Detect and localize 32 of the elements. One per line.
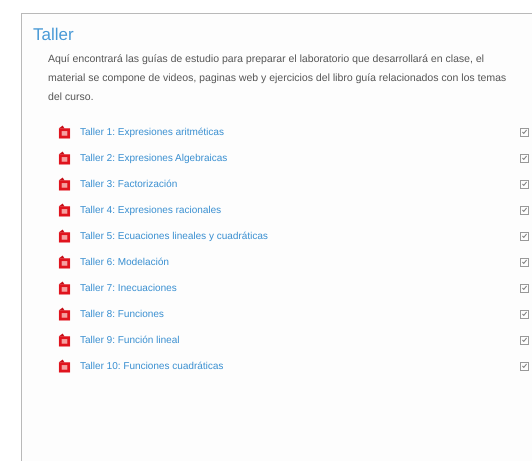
section-description: Aquí encontrará las guías de estudio para preparar el laboratorio que desarrollará en clase, el material se compone de videos, paginas web y ejercicios del libro guía relacionados con los temas del curso. bbox=[48, 52, 508, 105]
pdf-file-icon bbox=[58, 125, 71, 139]
pdf-file-icon bbox=[58, 229, 71, 243]
completion-checkbox[interactable] bbox=[520, 336, 529, 344]
resource-link[interactable]: Taller 1: Expresiones aritméticas bbox=[80, 126, 224, 138]
resource-link[interactable]: Taller 9: Función lineal bbox=[80, 334, 180, 346]
completion-checkbox[interactable] bbox=[520, 232, 529, 240]
completion-checkbox[interactable] bbox=[520, 284, 529, 292]
resource-link[interactable]: Taller 8: Funciones bbox=[80, 308, 164, 320]
resource-link[interactable]: Taller 3: Factorización bbox=[80, 178, 178, 190]
resource-link[interactable]: Taller 7: Inecuaciones bbox=[80, 282, 177, 294]
completion-checkbox[interactable] bbox=[520, 206, 529, 214]
completion-checkbox[interactable] bbox=[520, 362, 529, 370]
pdf-file-icon bbox=[58, 151, 71, 165]
completion-checkbox[interactable] bbox=[520, 258, 529, 266]
section-title: Taller bbox=[33, 24, 75, 46]
pdf-file-icon bbox=[58, 307, 71, 321]
pdf-file-icon bbox=[58, 281, 71, 295]
resource-link[interactable]: Taller 4: Expresiones racionales bbox=[80, 204, 222, 216]
pdf-file-icon bbox=[58, 203, 71, 217]
pdf-file-icon bbox=[58, 359, 71, 373]
pdf-file-icon bbox=[58, 177, 71, 191]
pdf-file-icon bbox=[58, 333, 71, 347]
resource-link[interactable]: Taller 10: Funciones cuadráticas bbox=[80, 360, 224, 372]
completion-checkbox[interactable] bbox=[520, 154, 529, 162]
resource-link[interactable]: Taller 6: Modelación bbox=[80, 256, 169, 268]
completion-checkbox[interactable] bbox=[520, 180, 529, 188]
pdf-file-icon bbox=[58, 255, 71, 269]
resource-link[interactable]: Taller 5: Ecuaciones lineales y cuadráticas bbox=[80, 230, 268, 242]
resource-link[interactable]: Taller 2: Expresiones Algebraicas bbox=[80, 152, 228, 164]
completion-checkbox[interactable] bbox=[520, 128, 529, 136]
completion-checkbox[interactable] bbox=[520, 310, 529, 318]
